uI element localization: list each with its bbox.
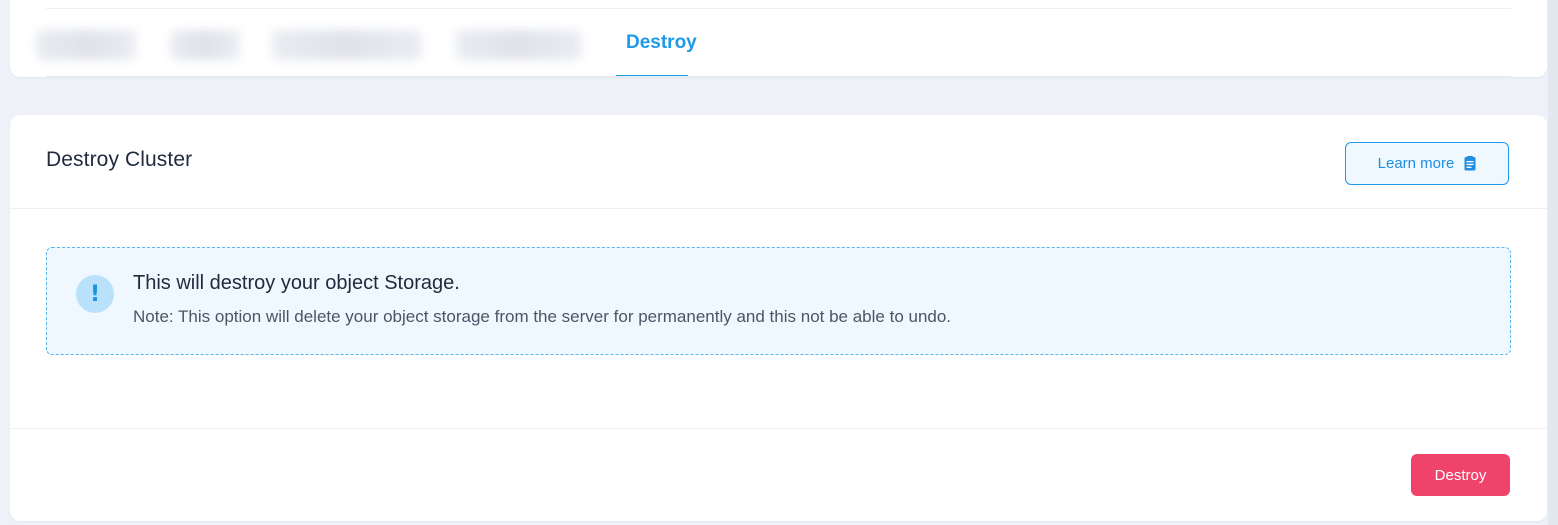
divider — [46, 76, 1511, 77]
tab-blurred-4[interactable] — [456, 30, 582, 60]
tab-destroy[interactable]: Destroy — [616, 30, 707, 77]
learn-more-label: Learn more — [1377, 155, 1455, 172]
destroy-button[interactable]: Destroy — [1411, 454, 1510, 496]
alert-note: Note: This option will delete your objec… — [133, 307, 952, 326]
tabs-card: Destroy — [10, 0, 1547, 77]
warning-alert: ! This will destroy your object Storage.… — [46, 247, 1511, 355]
destroy-cluster-card: Destroy Cluster Learn more ! This will d… — [10, 115, 1547, 521]
exclamation-icon: ! — [76, 275, 114, 313]
tab-blurred-3[interactable] — [272, 30, 422, 60]
alert-title: This will destroy your object Storage. — [133, 272, 460, 294]
divider — [46, 8, 1511, 9]
tab-blurred-2[interactable] — [170, 30, 240, 60]
learn-more-button[interactable]: Learn more — [1345, 142, 1509, 185]
section-title: Destroy Cluster — [46, 148, 193, 171]
document-icon — [1464, 156, 1476, 171]
tab-blurred-1[interactable] — [36, 30, 136, 60]
divider — [10, 208, 1547, 209]
page-edge — [1548, 0, 1558, 525]
divider — [10, 428, 1547, 429]
